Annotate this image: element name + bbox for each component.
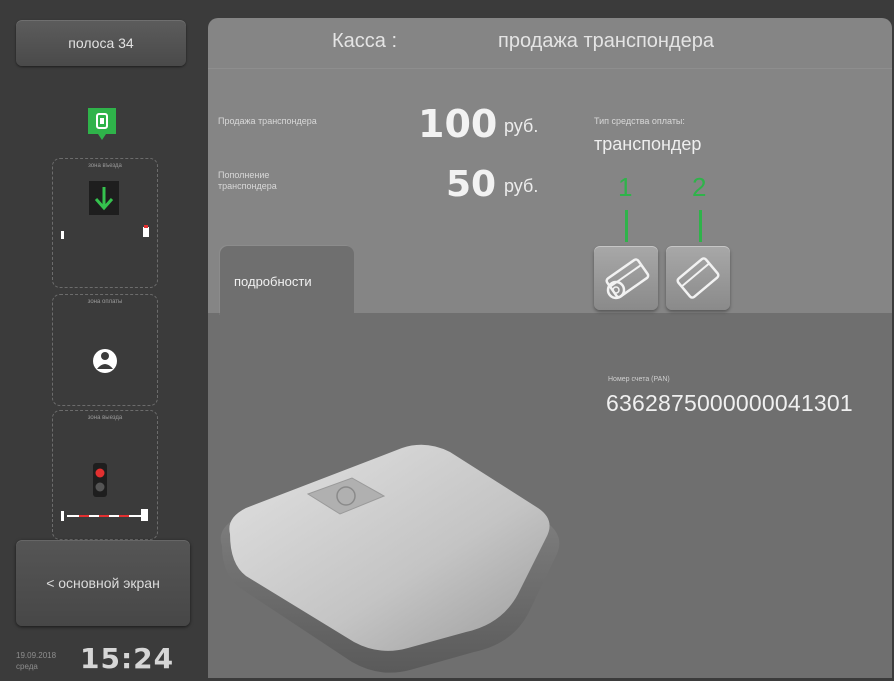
payment-type-label: Тип средства оплаты: [594,116,685,126]
date-block: 19.09.2018 среда [16,650,76,672]
exit-zone-graphic [61,463,148,521]
topup-label: Пополнение транспондера [218,170,277,191]
method-number-1: 1 [618,172,633,202]
pan-label: Номер счета (PAN) [608,376,670,383]
topup-price: 50 [446,164,497,205]
exit-zone: зона выезда [52,410,158,540]
page-title-operation: продажа транспондера [498,30,714,52]
payment-zone: зона оплаты [52,294,158,406]
card-button[interactable] [666,246,730,310]
sale-label: Продажа транспондера [218,116,317,126]
date: 19.09.2018 [16,651,57,660]
payment-zone-graphic [93,349,117,373]
cashier-screen: полоса 34 зона въезда зона оплаты зона в… [0,0,894,681]
title-divider [208,68,892,69]
page-title-section: Касса : [332,30,398,52]
entry-zone-graphic [61,181,149,239]
card-with-coin-icon [605,258,650,300]
method-pointer-2 [699,210,702,242]
weekday: среда [16,662,38,671]
clock: 15:24 [80,642,175,675]
location-marker-icon [88,108,116,140]
topup-unit: руб. [504,176,539,196]
method-number-2: 2 [692,172,707,202]
transponder-device-image [220,444,560,673]
payment-type-value: транспондер [594,134,702,154]
tab-details[interactable]: подробности [220,246,354,316]
method-pointer-1 [625,210,628,242]
card-with-coin-button[interactable] [594,246,658,310]
main-panel: Касса : продажа транспондера Продажа тра… [208,18,892,678]
page-title: Касса : продажа транспондера [208,30,892,60]
sale-unit: руб. [504,116,539,136]
main-screen-button-label: < основной экран [46,575,160,591]
pan-value: 6362875000000041301 [606,390,853,416]
lane-button-label: полоса 34 [68,35,134,51]
entry-zone: зона въезда [52,158,158,288]
card-icon [676,257,720,299]
tab-details-label: подробности [234,274,312,289]
lane-button[interactable]: полоса 34 [16,20,186,66]
sidebar: полоса 34 зона въезда зона оплаты зона в… [6,10,196,678]
traffic-light-icon [93,463,107,497]
sale-price: 100 [418,102,498,146]
main-screen-button[interactable]: < основной экран [16,540,190,626]
